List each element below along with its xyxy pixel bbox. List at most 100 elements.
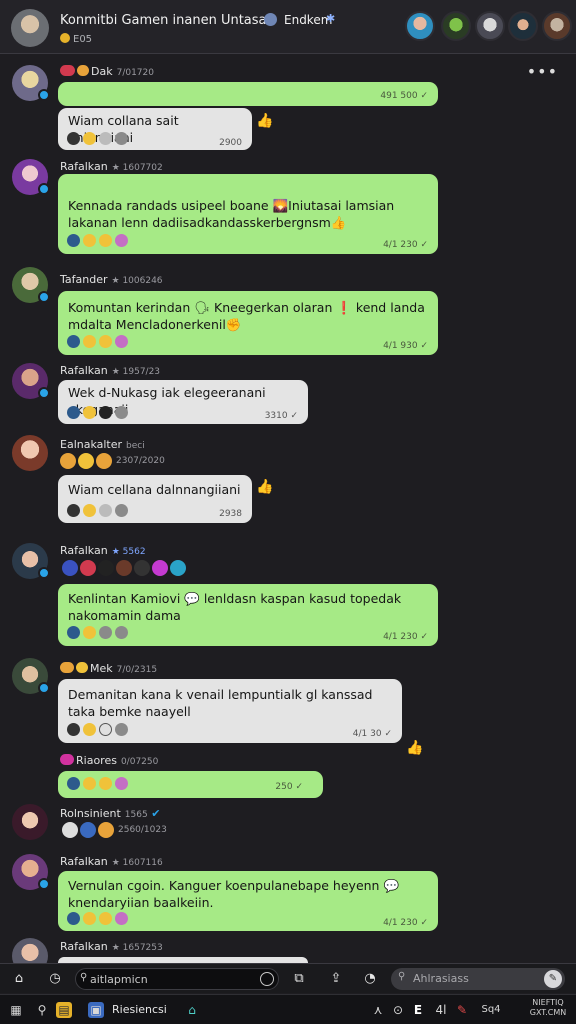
message-bubble[interactable]: Wek d-Nukasg iak elegeeranani ekeganaii … [58, 380, 308, 424]
attach-icon[interactable]: ⧉ [290, 970, 308, 988]
reaction-icon[interactable] [134, 560, 150, 576]
reaction-icon[interactable] [83, 723, 96, 736]
home-icon[interactable]: ⌂ [10, 970, 28, 988]
reaction-icon[interactable] [80, 822, 96, 838]
reaction-icon[interactable] [80, 560, 96, 576]
reaction-icon[interactable] [115, 132, 128, 145]
reaction-icon[interactable] [83, 912, 96, 925]
avatar[interactable] [12, 159, 50, 195]
reaction-icon[interactable] [99, 234, 112, 247]
app-icon[interactable]: ⌂ [184, 1002, 200, 1018]
pen-icon[interactable]: ✎ [454, 1002, 470, 1018]
avatar[interactable] [12, 267, 50, 303]
reaction-icon[interactable] [67, 234, 80, 247]
sticker-icon[interactable]: ✎ [544, 970, 562, 988]
avatar[interactable] [12, 363, 50, 399]
author-name[interactable]: Rafalkan [60, 160, 108, 173]
member-avatar[interactable] [441, 11, 471, 41]
avatar[interactable] [12, 435, 48, 471]
reaction-icon[interactable] [99, 504, 112, 517]
message-bubble[interactable]: Vernulan cgoin. Kanguer koenpulanebape h… [58, 871, 438, 931]
reaction-icon[interactable] [83, 406, 96, 419]
reaction-icon[interactable] [99, 132, 112, 145]
timer-icon[interactable]: ◔ [361, 970, 379, 988]
message-bubble[interactable]: Komuntan kerindan 🗣 Kneegerkan olaran ❗ … [58, 291, 438, 355]
share-icon[interactable]: ⇪ [327, 970, 345, 988]
message-bubble[interactable]: Wiam cellana dalnnangiiani 2938 [58, 475, 252, 523]
avatar[interactable] [12, 854, 50, 890]
reaction-icon[interactable] [62, 560, 78, 576]
clock[interactable]: NIEFTIQ GXT.CMN [528, 998, 568, 1018]
member-avatar[interactable] [508, 11, 538, 41]
reaction-icon[interactable] [67, 723, 80, 736]
reaction-icon[interactable] [115, 723, 128, 736]
taskbar-app-label[interactable]: Riesiencsi [112, 1003, 167, 1016]
avatar[interactable] [12, 938, 48, 963]
grid-icon[interactable]: ▦ [8, 1002, 24, 1018]
reaction-icon[interactable] [67, 335, 80, 348]
author-name[interactable]: Mek [90, 662, 113, 675]
reaction-icon[interactable] [99, 723, 112, 736]
group-avatar[interactable] [11, 9, 49, 47]
author-name[interactable]: Tafander [60, 273, 108, 286]
reaction-icon[interactable] [60, 453, 76, 469]
reaction-icon[interactable] [67, 406, 80, 419]
emoji-icon[interactable] [260, 972, 274, 986]
ime-icon[interactable]: E [410, 1002, 426, 1018]
reaction-icon[interactable] [99, 626, 112, 639]
member-avatar[interactable] [475, 11, 505, 41]
message-bubble[interactable]: Kennada randads usipeel boane 🌄Iniutasai… [58, 174, 438, 254]
clock-icon[interactable]: ◷ [46, 970, 64, 988]
reaction-icon[interactable] [115, 234, 128, 247]
reaction-icon[interactable] [83, 132, 96, 145]
reaction-icon[interactable] [99, 335, 112, 348]
reaction-icon[interactable] [67, 777, 80, 790]
reaction-icon[interactable] [115, 406, 128, 419]
reaction-icon[interactable] [99, 777, 112, 790]
author-name[interactable]: Rafalkan [60, 855, 108, 868]
thumb-icon[interactable]: 👍 [256, 113, 273, 129]
reaction-icon[interactable] [170, 560, 186, 576]
member-avatar[interactable] [542, 11, 572, 41]
search-icon[interactable]: ⚲ [34, 1002, 50, 1018]
message-bubble[interactable]: 250 ✓ [58, 771, 323, 798]
author-name[interactable]: Rafalkan [60, 544, 108, 557]
reaction-icon[interactable] [67, 504, 80, 517]
reaction-icon[interactable] [98, 822, 114, 838]
reaction-icon[interactable] [115, 626, 128, 639]
search-field[interactable]: ⚲ aitlapmicn [75, 968, 279, 990]
chat-title[interactable]: Konmitbi Gamen inanen Untasan [60, 13, 275, 28]
author-name[interactable]: Rolnsinient [60, 807, 121, 820]
reaction-icon[interactable] [83, 234, 96, 247]
message-search-field[interactable]: ⚲ Ahlrasiass ✎ [391, 968, 565, 990]
reaction-icon[interactable] [99, 406, 112, 419]
author-name[interactable]: Rafalkan [60, 364, 108, 377]
avatar[interactable] [12, 543, 50, 579]
reaction-icon[interactable] [83, 626, 96, 639]
reaction-icon[interactable] [115, 777, 128, 790]
reaction-icon[interactable] [99, 912, 112, 925]
message-bubble[interactable]: Demanitan kana k venail lempuntialk gl k… [58, 679, 402, 743]
avatar[interactable] [12, 658, 50, 694]
reaction-icon[interactable] [78, 453, 94, 469]
author-name[interactable]: Dak [91, 65, 113, 78]
thumb-icon[interactable]: 👍 [256, 479, 273, 495]
reaction-icon[interactable] [83, 335, 96, 348]
reaction-icon[interactable] [115, 504, 128, 517]
reaction-icon[interactable] [67, 132, 80, 145]
reaction-icon[interactable] [115, 912, 128, 925]
message-bubble[interactable]: Kenlintan Kamiovi 💬 lenldasn kaspan kasu… [58, 584, 438, 646]
more-options-icon[interactable]: ••• [527, 62, 558, 81]
author-name[interactable]: Ealnakalter [60, 438, 122, 451]
reaction-icon[interactable] [116, 560, 132, 576]
reaction-icon[interactable] [83, 777, 96, 790]
reaction-icon[interactable] [115, 335, 128, 348]
app-icon[interactable]: ▣ [88, 1002, 104, 1018]
author-name[interactable]: Rafalkan [60, 940, 108, 953]
avatar[interactable] [12, 65, 50, 101]
reaction-icon[interactable] [152, 560, 168, 576]
folder-icon[interactable]: ▤ [56, 1002, 72, 1018]
author-name[interactable]: Riaores [76, 754, 117, 767]
message-feed[interactable]: Dak7/01720 491 500 ✓ Wiam collana sait a… [0, 55, 576, 963]
reaction-icon[interactable] [83, 504, 96, 517]
